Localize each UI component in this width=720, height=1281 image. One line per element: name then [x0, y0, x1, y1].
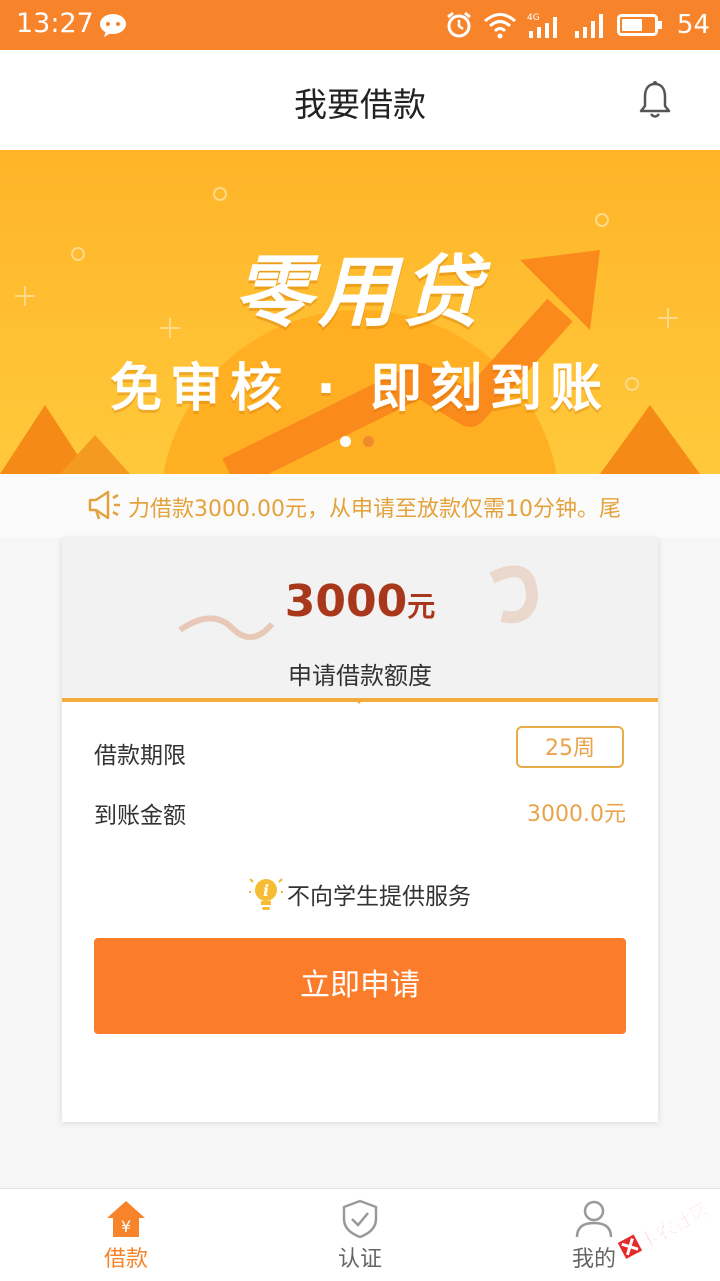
bell-icon[interactable] [638, 80, 672, 120]
svg-text:i: i [263, 881, 269, 900]
wifi-icon [483, 13, 516, 39]
notice-text: 力借款3000.00元，从申请至放款仅需10分钟。尾 [128, 497, 621, 522]
pager-dot-active [340, 436, 351, 447]
apply-button[interactable]: 立即申请 [94, 938, 626, 1034]
notice-bar: 力借款3000.00元，从申请至放款仅需10分钟。尾 [0, 474, 720, 538]
shield-check-icon [342, 1199, 378, 1239]
amount-label: 申请借款额度 [288, 662, 432, 690]
term-select-button[interactable]: 25周 [516, 726, 624, 768]
battery-icon [616, 14, 662, 36]
tip-text: 不向学生提供服务 [287, 884, 471, 910]
pager-dot [363, 436, 374, 447]
tab-bar: ¥ 借款 认证 我的 [0, 1188, 720, 1281]
promo-banner[interactable]: 零用贷 免审核 · 即刻到账 [0, 150, 720, 474]
lightbulb-info-icon: i [249, 878, 283, 910]
battery-level: 54 [676, 10, 710, 40]
page-title: 我要借款 [294, 85, 426, 124]
amount-pointer [353, 698, 365, 704]
student-tip: i 不向学生提供服务 [62, 874, 658, 914]
arrive-amount: 3000.0元 [527, 802, 626, 827]
watermark-text: 卡农社区 [635, 1198, 713, 1254]
tab-verify[interactable]: 认证 [290, 1189, 430, 1281]
amount-panel: 3000元 申请借款额度 [62, 538, 658, 702]
loan-amount-value: 3000 [284, 576, 408, 627]
megaphone-icon [88, 490, 120, 520]
banner-headline: 零用贷 [233, 248, 486, 338]
home-yen-icon: ¥ [107, 1201, 145, 1237]
tab-loan[interactable]: ¥ 借款 [56, 1189, 196, 1281]
network-label: 4G [527, 13, 540, 23]
alarm-icon [446, 11, 471, 38]
loan-card: 3000元 申请借款额度 借款期限 25周 到账金额 3000.0元 i 不向学… [62, 538, 658, 1122]
status-bar: 13:27 4G 54 [0, 0, 720, 50]
signal-icon [574, 14, 603, 38]
chat-notification-icon [100, 14, 126, 37]
status-icons: 4G 54 [445, 8, 710, 42]
watermark-logo: 卡农社区 [617, 1198, 714, 1259]
user-icon [575, 1200, 613, 1238]
banner-subline: 免审核 · 即刻到账 [110, 359, 610, 419]
loan-amount: 3000元 [62, 576, 658, 627]
arrive-label: 到账金额 [94, 803, 186, 829]
app-header: 我要借款 [0, 50, 720, 150]
term-label: 借款期限 [94, 743, 186, 769]
banner-pager [340, 436, 374, 447]
signal-4g-icon: 4G [527, 13, 557, 38]
tab-verify-label: 认证 [337, 1247, 382, 1272]
tab-loan-label: 借款 [103, 1247, 148, 1272]
loan-amount-unit: 元 [407, 590, 436, 623]
svg-text:¥: ¥ [121, 1217, 131, 1236]
status-time: 13:27 [16, 8, 94, 39]
